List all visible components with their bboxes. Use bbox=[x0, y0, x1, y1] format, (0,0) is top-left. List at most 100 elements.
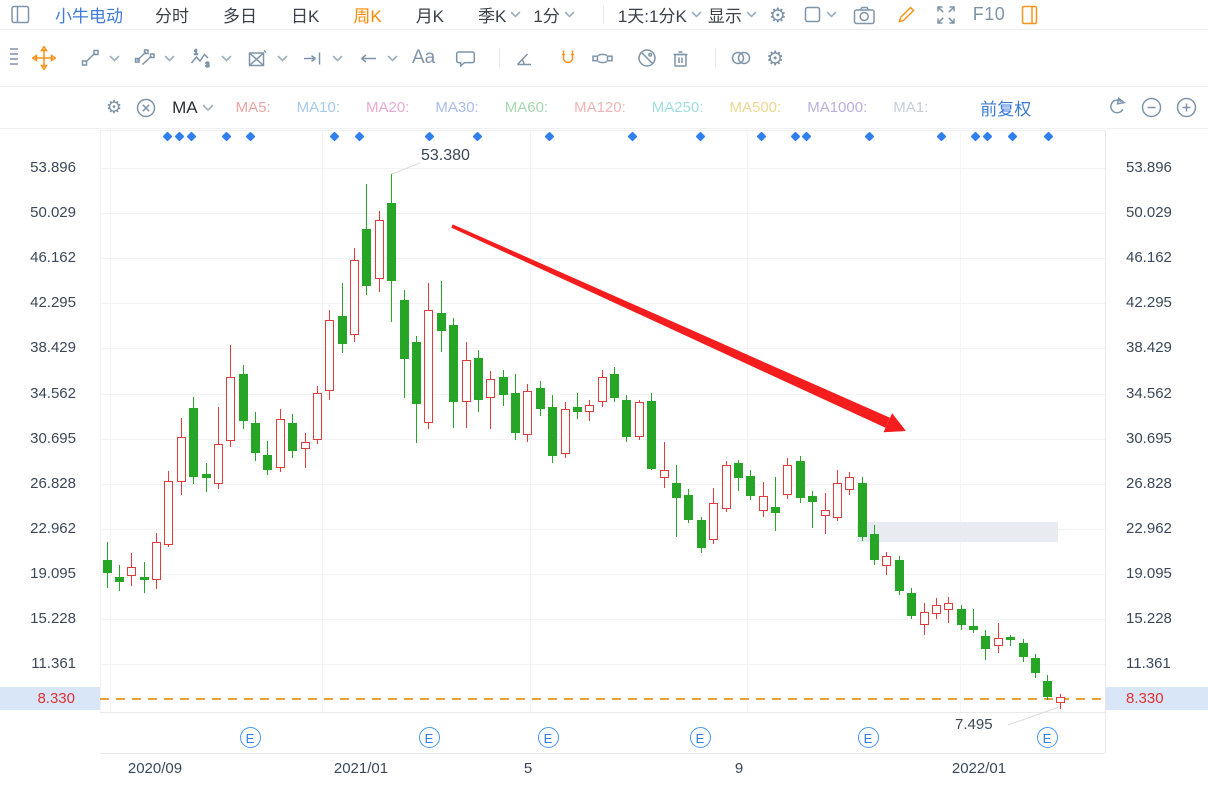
earnings-marker[interactable]: E bbox=[419, 727, 440, 748]
zoom-out-icon[interactable] bbox=[1140, 96, 1163, 119]
symbol-name[interactable]: 小牛电动 bbox=[55, 2, 123, 27]
chevron-down-icon[interactable] bbox=[109, 55, 120, 62]
price-dashed-line bbox=[100, 698, 1105, 700]
candle-body bbox=[573, 407, 582, 412]
earnings-marker[interactable]: E bbox=[690, 727, 711, 748]
compare-overlay-icon[interactable] bbox=[730, 48, 752, 68]
chevron-down-icon[interactable] bbox=[277, 55, 288, 62]
event-diamond-marker[interactable] bbox=[982, 132, 992, 142]
drawbar-settings-gear-icon[interactable]: ⚙ bbox=[766, 48, 784, 68]
event-diamond-marker[interactable] bbox=[544, 132, 554, 142]
move-tool-icon[interactable] bbox=[32, 46, 56, 70]
tab-daily-k[interactable]: 日K bbox=[291, 2, 319, 27]
trendline-tool-icon[interactable] bbox=[80, 48, 101, 68]
angle-tool-icon[interactable] bbox=[514, 48, 535, 68]
display-menu[interactable]: 显示 bbox=[708, 2, 757, 27]
delete-drawings-icon[interactable] bbox=[670, 48, 691, 69]
event-diamond-marker[interactable] bbox=[627, 132, 637, 142]
sync-drawings-icon[interactable] bbox=[591, 48, 614, 69]
highlight-box-annotation[interactable] bbox=[857, 522, 1058, 542]
event-diamond-marker[interactable] bbox=[424, 132, 434, 142]
event-diamond-marker[interactable] bbox=[186, 132, 196, 142]
chevron-down-icon[interactable] bbox=[387, 55, 398, 62]
ma-indicator-label[interactable]: MA1: bbox=[893, 99, 928, 116]
zoom-in-icon[interactable] bbox=[1175, 96, 1198, 119]
text-tool-button[interactable]: Aa bbox=[412, 47, 435, 69]
period-selector[interactable]: 1天:1分K bbox=[618, 2, 702, 27]
earnings-marker[interactable]: E bbox=[1037, 727, 1058, 748]
event-diamond-marker[interactable] bbox=[472, 132, 482, 142]
event-diamond-marker[interactable] bbox=[864, 132, 874, 142]
y-axis-label: 50.029 bbox=[0, 204, 76, 221]
event-diamond-marker[interactable] bbox=[1007, 132, 1017, 142]
candle-wick bbox=[366, 184, 367, 295]
pencil-draw-icon[interactable] bbox=[896, 4, 917, 25]
event-diamond-marker[interactable] bbox=[936, 132, 946, 142]
event-diamond-marker[interactable] bbox=[221, 132, 231, 142]
event-diamond-marker[interactable] bbox=[245, 132, 255, 142]
ma-indicator-label[interactable]: MA5: bbox=[236, 99, 271, 116]
undo-icon[interactable] bbox=[1106, 97, 1128, 119]
f10-button[interactable]: F10 bbox=[973, 4, 1006, 25]
event-diamond-marker[interactable] bbox=[970, 132, 980, 142]
event-row-border bbox=[100, 753, 1105, 754]
ma-indicator-label[interactable]: MA1000: bbox=[807, 99, 867, 116]
event-diamond-marker[interactable] bbox=[801, 132, 811, 142]
indicator-settings-gear-icon[interactable]: ⚙ bbox=[106, 99, 122, 117]
channel-tool-icon[interactable] bbox=[134, 48, 156, 68]
tab-weekly-k[interactable]: 周K bbox=[353, 2, 381, 27]
event-diamond-marker[interactable] bbox=[1043, 132, 1053, 142]
earnings-marker[interactable]: E bbox=[858, 727, 879, 748]
earnings-marker[interactable]: E bbox=[240, 727, 261, 748]
magnet-tool-icon[interactable] bbox=[557, 47, 579, 69]
candle-wick bbox=[614, 367, 615, 402]
candle-body bbox=[239, 374, 248, 421]
event-diamond-marker[interactable] bbox=[174, 132, 184, 142]
horizontal-ray-tool-icon[interactable] bbox=[302, 48, 324, 69]
tab-monthly-k[interactable]: 月K bbox=[416, 2, 444, 27]
ma-indicator-label[interactable]: MA60: bbox=[505, 99, 548, 116]
chart-settings-gear-icon[interactable]: ⚙ bbox=[769, 5, 787, 25]
comment-bubble-icon[interactable] bbox=[455, 49, 477, 68]
indicator-group-ma[interactable]: MA bbox=[172, 98, 214, 118]
event-diamond-marker[interactable] bbox=[354, 132, 364, 142]
tab-minute-chart[interactable]: 分时 bbox=[155, 2, 189, 27]
event-diamond-marker[interactable] bbox=[790, 132, 800, 142]
chevron-down-icon[interactable] bbox=[164, 55, 175, 62]
tab-quarter-k[interactable]: 季K bbox=[478, 2, 521, 27]
ma-indicator-label[interactable]: MA20: bbox=[366, 99, 409, 116]
chevron-down-icon[interactable] bbox=[332, 55, 343, 62]
tab-1min[interactable]: 1分 bbox=[533, 2, 574, 27]
ma-indicator-label[interactable]: MA250: bbox=[652, 99, 704, 116]
ma-indicator-label[interactable]: MA120: bbox=[574, 99, 626, 116]
event-diamond-marker[interactable] bbox=[329, 132, 339, 142]
camera-icon[interactable] bbox=[853, 5, 876, 25]
news-doc-icon[interactable] bbox=[1019, 4, 1040, 26]
gann-box-tool-icon[interactable] bbox=[246, 48, 269, 69]
plot-left-border bbox=[100, 130, 101, 712]
display-menu-label: 显示 bbox=[708, 2, 742, 27]
ma-indicator-label[interactable]: MA30: bbox=[435, 99, 478, 116]
event-diamond-marker[interactable] bbox=[756, 132, 766, 142]
elliott-wave-tool-icon[interactable]: 13 bbox=[189, 48, 213, 69]
event-diamond-marker[interactable] bbox=[695, 132, 705, 142]
panel-layout-icon[interactable] bbox=[10, 4, 31, 25]
earnings-marker[interactable]: E bbox=[538, 727, 559, 748]
drag-handle-icon[interactable] bbox=[8, 45, 20, 71]
fullscreen-icon[interactable] bbox=[935, 4, 957, 26]
candle-wick bbox=[379, 211, 380, 291]
ma-indicator-label[interactable]: MA500: bbox=[730, 99, 782, 116]
right-axis-border bbox=[1105, 130, 1106, 753]
arrow-tool-icon[interactable] bbox=[357, 48, 379, 69]
chevron-down-icon[interactable] bbox=[221, 55, 232, 62]
indicator-close-icon[interactable] bbox=[136, 98, 156, 118]
candle-body bbox=[486, 379, 495, 398]
event-diamond-marker[interactable] bbox=[162, 132, 172, 142]
trend-arrow-annotation[interactable] bbox=[451, 224, 890, 427]
tab-multi-day[interactable]: 多日 bbox=[223, 2, 257, 27]
trend-arrow-head[interactable] bbox=[884, 413, 907, 432]
forward-adjusted-toggle[interactable]: 前复权 bbox=[980, 95, 1031, 120]
hide-drawings-icon[interactable] bbox=[636, 47, 658, 69]
ma-indicator-label[interactable]: MA10: bbox=[297, 99, 340, 116]
layout-select[interactable] bbox=[803, 5, 837, 24]
